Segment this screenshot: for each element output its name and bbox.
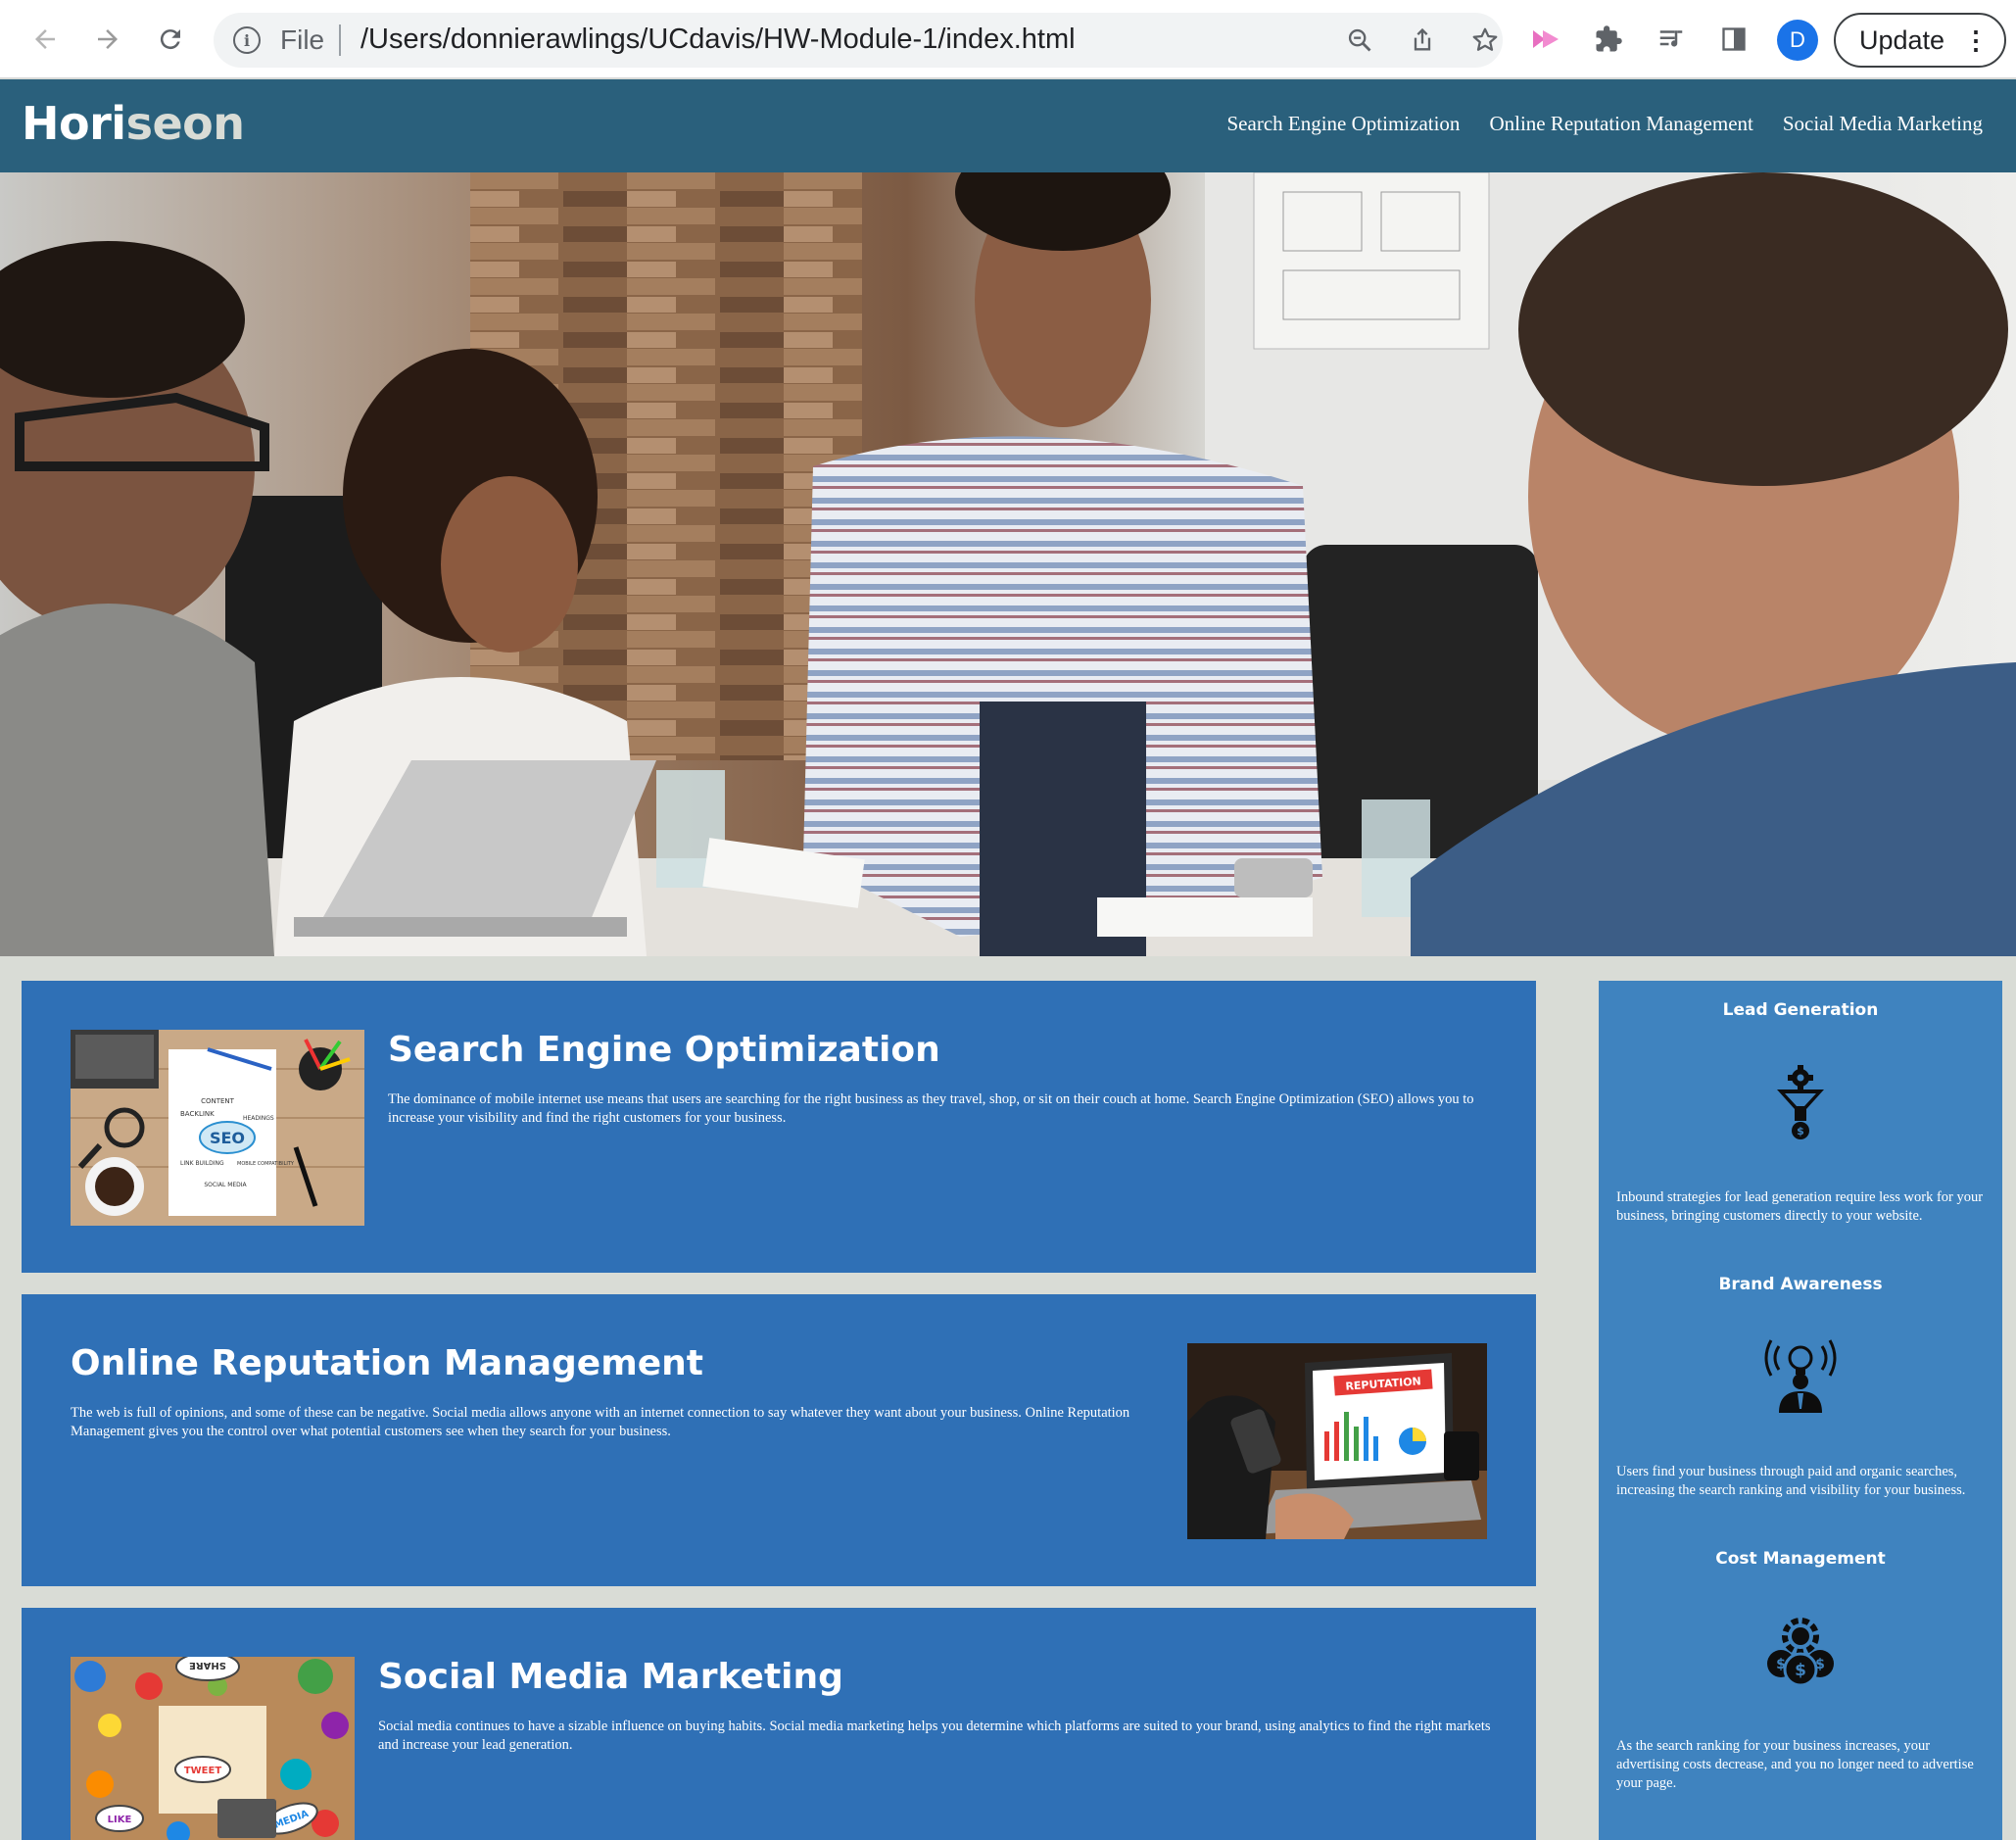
site-nav: Search Engine Optimization Online Reputa… [1227,112,1984,136]
funnel-gear-icon: $ [1761,1064,1840,1142]
nav-link-social[interactable]: Social Media Marketing [1783,112,1983,136]
logo-part-hori: Hori [22,97,126,150]
seo-image: SEO CONTENT BACKLINK HEADINGS LINK BUILD… [71,1030,364,1226]
card-social: SHARE TWEET LIKE MEDIA Social Media Mark… [22,1608,1536,1840]
bookmark-star-icon[interactable] [1465,21,1505,60]
nav-link-seo[interactable]: Search Engine Optimization [1227,112,1461,136]
url-text[interactable]: /Users/donnierawlings/UCdavis/HW-Module-… [360,24,1076,56]
card-reputation-title: Online Reputation Management [71,1343,703,1383]
reload-icon[interactable] [149,18,192,61]
update-button[interactable]: Update ⋮ [1834,13,2006,68]
scheme-label: File [280,24,325,55]
benefit-lead-title: Lead Generation [1722,1000,1879,1020]
benefit-brand-title: Brand Awareness [1718,1275,1883,1294]
social-word: SOCIAL MEDIA [204,1182,247,1188]
info-icon[interactable]: i [233,26,261,54]
reputation-image: REPUTATION [1187,1343,1487,1539]
link-building-word: LINK BUILDING [180,1160,224,1167]
card-seo-title: Search Engine Optimization [388,1030,940,1070]
card-reputation-body: The web is full of opinions, and some of… [71,1405,1130,1439]
coins-gear-icon: $ $ $ [1761,1613,1840,1691]
benefit-lead-body: Inbound strategies for lead generation r… [1616,1189,1984,1224]
card-reputation: Online Reputation Management The web is … [22,1294,1536,1586]
like-word: LIKE [108,1815,132,1825]
update-button-label: Update [1859,24,1945,55]
benefit-brand-body: Users find your business through paid an… [1616,1464,1966,1498]
svg-text:$: $ [1797,1125,1804,1138]
benefit-cost-body: As the search ranking for your business … [1616,1738,1974,1791]
social-image: SHARE TWEET LIKE MEDIA [71,1657,355,1840]
hero-image [0,172,2016,956]
tweet-word: TWEET [184,1766,222,1776]
svg-text:$: $ [1815,1657,1825,1672]
site-logo[interactable]: Horiseon [22,97,245,150]
backlink-word: BACKLINK [180,1110,215,1118]
lightbulb-person-icon [1761,1336,1840,1415]
card-social-body: Social media continues to have a sizable… [378,1719,1491,1753]
puzzle-icon[interactable] [1587,18,1630,61]
nav-link-reputation[interactable]: Online Reputation Management [1489,112,1752,136]
seo-word: SEO [210,1129,245,1147]
card-seo-body: The dominance of mobile internet use mea… [388,1091,1474,1126]
forward-arrow-icon[interactable] [86,18,129,61]
address-bar[interactable]: i File /Users/donnierawlings/UCdavis/HW-… [214,13,1503,68]
card-social-title: Social Media Marketing [378,1657,843,1697]
site-header: Horiseon Search Engine Optimization Onli… [0,79,2016,172]
kebab-menu-icon[interactable]: ⋮ [1963,25,1989,56]
back-arrow-icon[interactable] [24,18,67,61]
zoom-icon[interactable] [1340,21,1379,60]
content-word: CONTENT [201,1097,235,1105]
headings-word: HEADINGS [243,1115,274,1122]
share-word: SHARE [189,1660,226,1671]
benefits-sidebar: Lead Generation $ Inbound strategies for… [1599,981,2002,1840]
benefit-cost-title: Cost Management [1715,1549,1886,1569]
svg-text:$: $ [1776,1657,1786,1672]
scheme-divider [339,24,341,56]
svg-text:$: $ [1795,1661,1806,1680]
media-queue-icon[interactable] [1650,18,1693,61]
side-panel-icon[interactable] [1712,18,1755,61]
card-seo: SEO CONTENT BACKLINK HEADINGS LINK BUILD… [22,981,1536,1273]
browser-toolbar: i File /Users/donnierawlings/UCdavis/HW-… [0,0,2016,78]
share-icon[interactable] [1403,21,1442,60]
mobile-word: MOBILE COMPATIBILITY [237,1161,295,1167]
logo-part-seon: seon [125,97,245,150]
extension-arrow-icon[interactable] [1524,18,1567,61]
profile-avatar[interactable]: D [1777,20,1818,61]
